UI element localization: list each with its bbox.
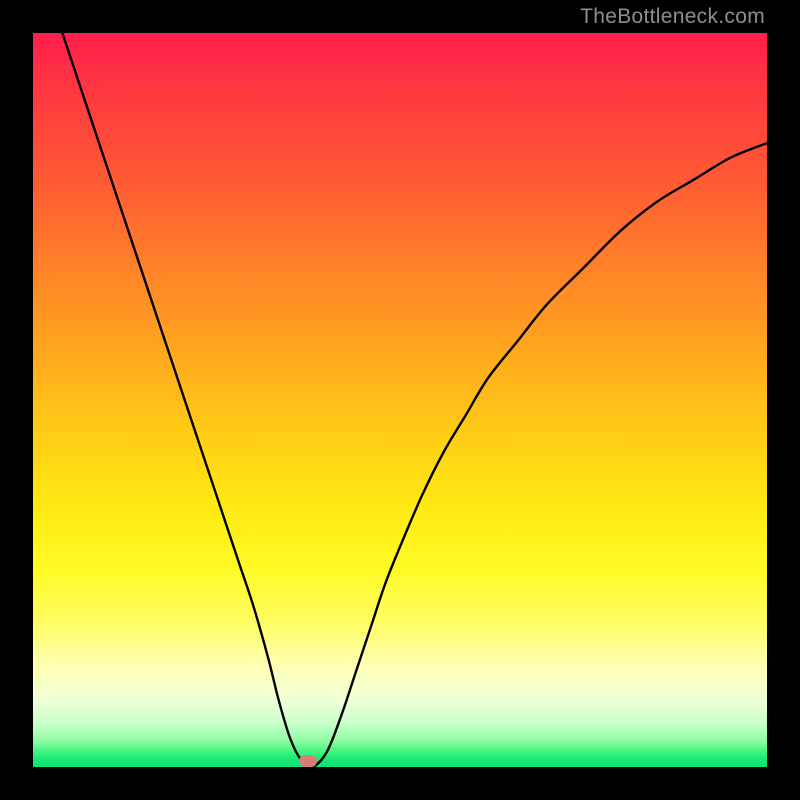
watermark-text: TheBottleneck.com <box>580 5 765 29</box>
optimum-marker <box>299 755 317 767</box>
chart-frame: TheBottleneck.com <box>0 0 800 800</box>
plot-area <box>33 33 767 767</box>
bottleneck-curve <box>33 33 767 767</box>
